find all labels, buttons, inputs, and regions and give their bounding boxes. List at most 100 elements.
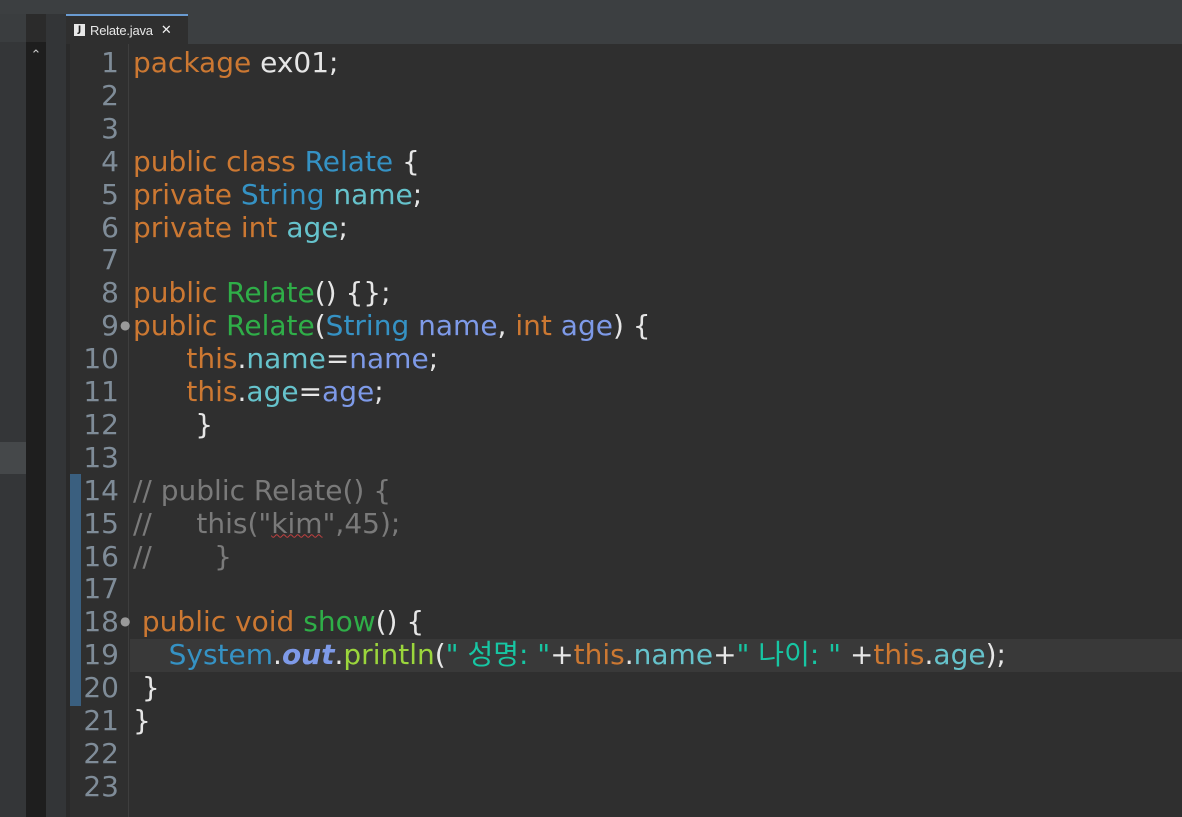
code-token: ",45); — [322, 506, 401, 540]
code-text: public Relate(String name, int age) { — [133, 309, 651, 342]
code-token: package — [133, 46, 252, 79]
code-token: = — [325, 342, 350, 376]
fold-marker-icon[interactable]: ● — [120, 309, 130, 342]
code-line[interactable]: 13 — [66, 441, 1182, 474]
package-explorer-list[interactable] — [0, 14, 26, 817]
code-text: } — [133, 704, 151, 737]
line-number: 3 — [101, 111, 119, 145]
code-text: // this("kim",45); — [133, 507, 400, 540]
code-token: public — [133, 309, 218, 343]
code-line[interactable]: 19 System.out.println(" 성명: "+this.name+… — [66, 638, 1182, 671]
line-number: 10 — [83, 342, 119, 376]
line-number: 12 — [83, 407, 119, 441]
code-token: age — [246, 375, 299, 408]
code-token: name — [246, 342, 326, 376]
line-number: 13 — [83, 440, 119, 474]
code-line[interactable]: 15 // this("kim",45); — [66, 507, 1182, 540]
code-line[interactable]: 11 this.age=age; — [66, 375, 1182, 408]
code-token: Relate — [226, 309, 315, 343]
code-token: // this(" — [133, 506, 272, 540]
code-token: ex01; — [251, 46, 339, 79]
code-editor[interactable]: 1 package ex01; 2 3 4 public class Relate {5 p… — [66, 44, 1182, 817]
line-number: 11 — [83, 375, 119, 408]
line-number: 20 — [83, 671, 119, 705]
line-number: 6 — [101, 210, 119, 244]
code-token: , — [497, 309, 516, 343]
code-line[interactable]: 3 — [66, 112, 1182, 145]
line-number: 4 — [101, 144, 119, 178]
code-line[interactable]: 9 ● public Relate(String name, int age) { — [66, 309, 1182, 342]
code-token: ; — [338, 210, 348, 244]
code-token: show — [303, 605, 376, 639]
panel-divider[interactable] — [46, 14, 66, 817]
code-token: age — [322, 375, 375, 408]
code-line[interactable]: 14 // public Relate() { — [66, 474, 1182, 507]
code-line[interactable]: 20 } — [66, 671, 1182, 704]
code-text: } — [133, 671, 160, 704]
code-token: public — [133, 144, 218, 178]
code-token: ( — [314, 309, 326, 343]
code-line[interactable]: 17 — [66, 572, 1182, 605]
code-token: // } — [133, 539, 232, 573]
code-text: public Relate() {}; — [133, 276, 391, 309]
code-token: println — [343, 638, 435, 672]
code-line[interactable]: 10 this.name=name; — [66, 342, 1182, 375]
code-token: . — [624, 638, 634, 672]
code-token: int — [240, 210, 278, 244]
line-number: 9 — [101, 309, 119, 343]
code-line[interactable]: 1 package ex01; — [66, 46, 1182, 79]
editor-tab-bar: J Relate.java ✕ — [66, 14, 1182, 44]
code-token: Relate — [304, 144, 394, 178]
code-token: public — [133, 276, 218, 310]
code-line[interactable]: 8 public Relate() {}; — [66, 276, 1182, 309]
code-line[interactable]: 2 — [66, 79, 1182, 112]
code-token: public — [133, 605, 227, 639]
code-line[interactable]: 4 public class Relate { — [66, 145, 1182, 178]
code-token: this — [186, 342, 238, 376]
code-token: age — [286, 210, 339, 244]
code-line[interactable]: 12 } — [66, 408, 1182, 441]
code-token: () { — [375, 605, 425, 639]
explorer-row-header — [0, 14, 26, 42]
code-token: void — [235, 605, 295, 639]
code-token: + — [713, 638, 737, 672]
code-line[interactable]: 21} — [66, 704, 1182, 737]
code-token: name — [349, 342, 429, 376]
code-text: // public Relate() { — [133, 474, 391, 507]
editor-tab-relate-java[interactable]: J Relate.java ✕ — [66, 14, 188, 44]
fold-marker-icon[interactable]: ● — [120, 605, 130, 638]
top-toolbar-strip — [0, 0, 1182, 14]
code-token: out — [281, 638, 335, 672]
code-text: public void show() { — [133, 605, 424, 638]
code-line[interactable]: 22 — [66, 737, 1182, 770]
line-number: 18 — [83, 605, 119, 639]
code-token: name — [333, 177, 413, 211]
line-number: 2 — [101, 78, 119, 112]
code-line[interactable]: 18 ● public void show() { — [66, 605, 1182, 638]
code-line[interactable]: 7 — [66, 243, 1182, 276]
code-line[interactable]: 16 // } — [66, 540, 1182, 573]
code-token: private — [133, 210, 232, 244]
code-text: private int age; — [133, 211, 348, 244]
scroll-up-icon[interactable]: ⌃ — [26, 42, 46, 70]
line-number: 17 — [83, 572, 119, 606]
close-icon[interactable]: ✕ — [161, 23, 172, 38]
code-token: age — [933, 638, 986, 672]
explorer-scrollbar[interactable] — [26, 42, 46, 817]
code-line[interactable]: 23 — [66, 770, 1182, 803]
line-number: 21 — [83, 704, 119, 737]
explorer-selected-row[interactable] — [0, 442, 26, 474]
code-line[interactable]: 6 private int age; — [66, 211, 1182, 244]
code-text: private String name; — [133, 178, 422, 211]
code-line[interactable]: 5 private String name; — [66, 178, 1182, 211]
code-token: " 나이: " — [736, 638, 842, 672]
line-number: 8 — [101, 276, 119, 310]
code-token: } — [133, 704, 151, 737]
